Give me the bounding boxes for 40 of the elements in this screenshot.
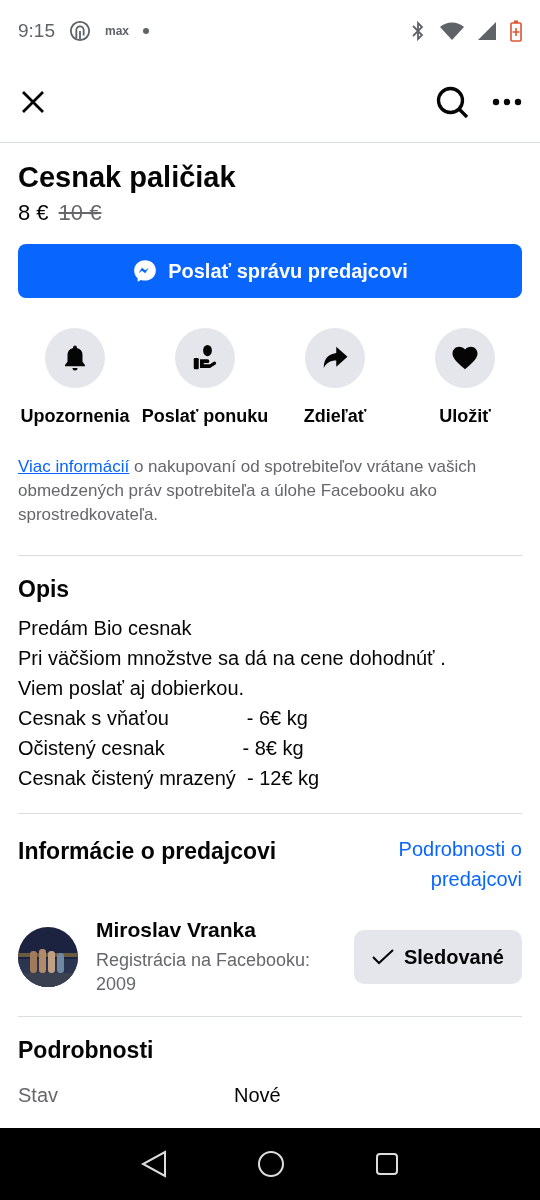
section-heading: Opis (18, 576, 71, 603)
description-line: Cesnak s vňaťou - 6€ kg (18, 706, 309, 731)
recents-icon[interactable] (375, 1152, 399, 1176)
description-line: Očistený cesnak - 8€ kg (18, 736, 305, 761)
check-icon (371, 948, 394, 966)
description-line: Pri väčšiom množstve sa dá na cene dohodnúť . (18, 646, 447, 671)
search-button[interactable] (434, 84, 470, 120)
wifi-icon (440, 22, 464, 40)
section-heading: Podrobnosti (18, 1037, 155, 1064)
registration-text: Registrácia na Facebooku: 2009 (96, 949, 312, 996)
description-line: Predám Bio cesnak (18, 616, 193, 641)
action-button[interactable]: Uložiť (400, 328, 530, 427)
section-heading: Informácie o predajcovi (18, 838, 277, 865)
bluetooth-icon (410, 21, 426, 41)
seller-name: Miroslav Vranka (96, 918, 257, 942)
messenger-icon (132, 258, 159, 284)
detail-label: Stav (18, 1084, 60, 1107)
message-seller-button[interactable]: Poslať správu predajcovi (18, 244, 522, 298)
action-button[interactable]: Poslať ponuku (140, 328, 270, 427)
app-notification-icon (69, 20, 91, 42)
detail-value: Nové (234, 1084, 282, 1107)
more-info-link[interactable]: Viac informácií (18, 457, 130, 476)
description-line: Viem poslať aj dobierkou. (18, 676, 246, 701)
action-button[interactable]: Upozornenia (10, 328, 140, 427)
status-time: 9:15 (18, 20, 55, 42)
battery-icon (510, 20, 522, 42)
seller-details-link[interactable]: Podrobnosti o predajcovi (362, 834, 522, 894)
home-icon[interactable] (257, 1150, 285, 1178)
notification-dot (143, 28, 149, 34)
following-button[interactable]: Sledované (353, 930, 522, 984)
more-button[interactable] (492, 98, 522, 106)
app-label: max (105, 24, 129, 38)
info-text: Viac informácií o nakupovaní od spotrebiteľov vrátane vašich obmedzených práv spotrebiteľa a úlohe Facebooku ako sprostredkovateľa. (18, 455, 522, 556)
description-line: Cesnak čistený mrazený - 12€ kg (18, 766, 321, 791)
listing-title: Cesnak paličiak (18, 161, 237, 194)
action-button[interactable]: Zdieľať (270, 328, 400, 427)
signal-icon (478, 22, 496, 40)
old-price: 10 € (58, 200, 102, 226)
back-icon[interactable] (141, 1150, 167, 1178)
price: 8 € (18, 200, 49, 226)
